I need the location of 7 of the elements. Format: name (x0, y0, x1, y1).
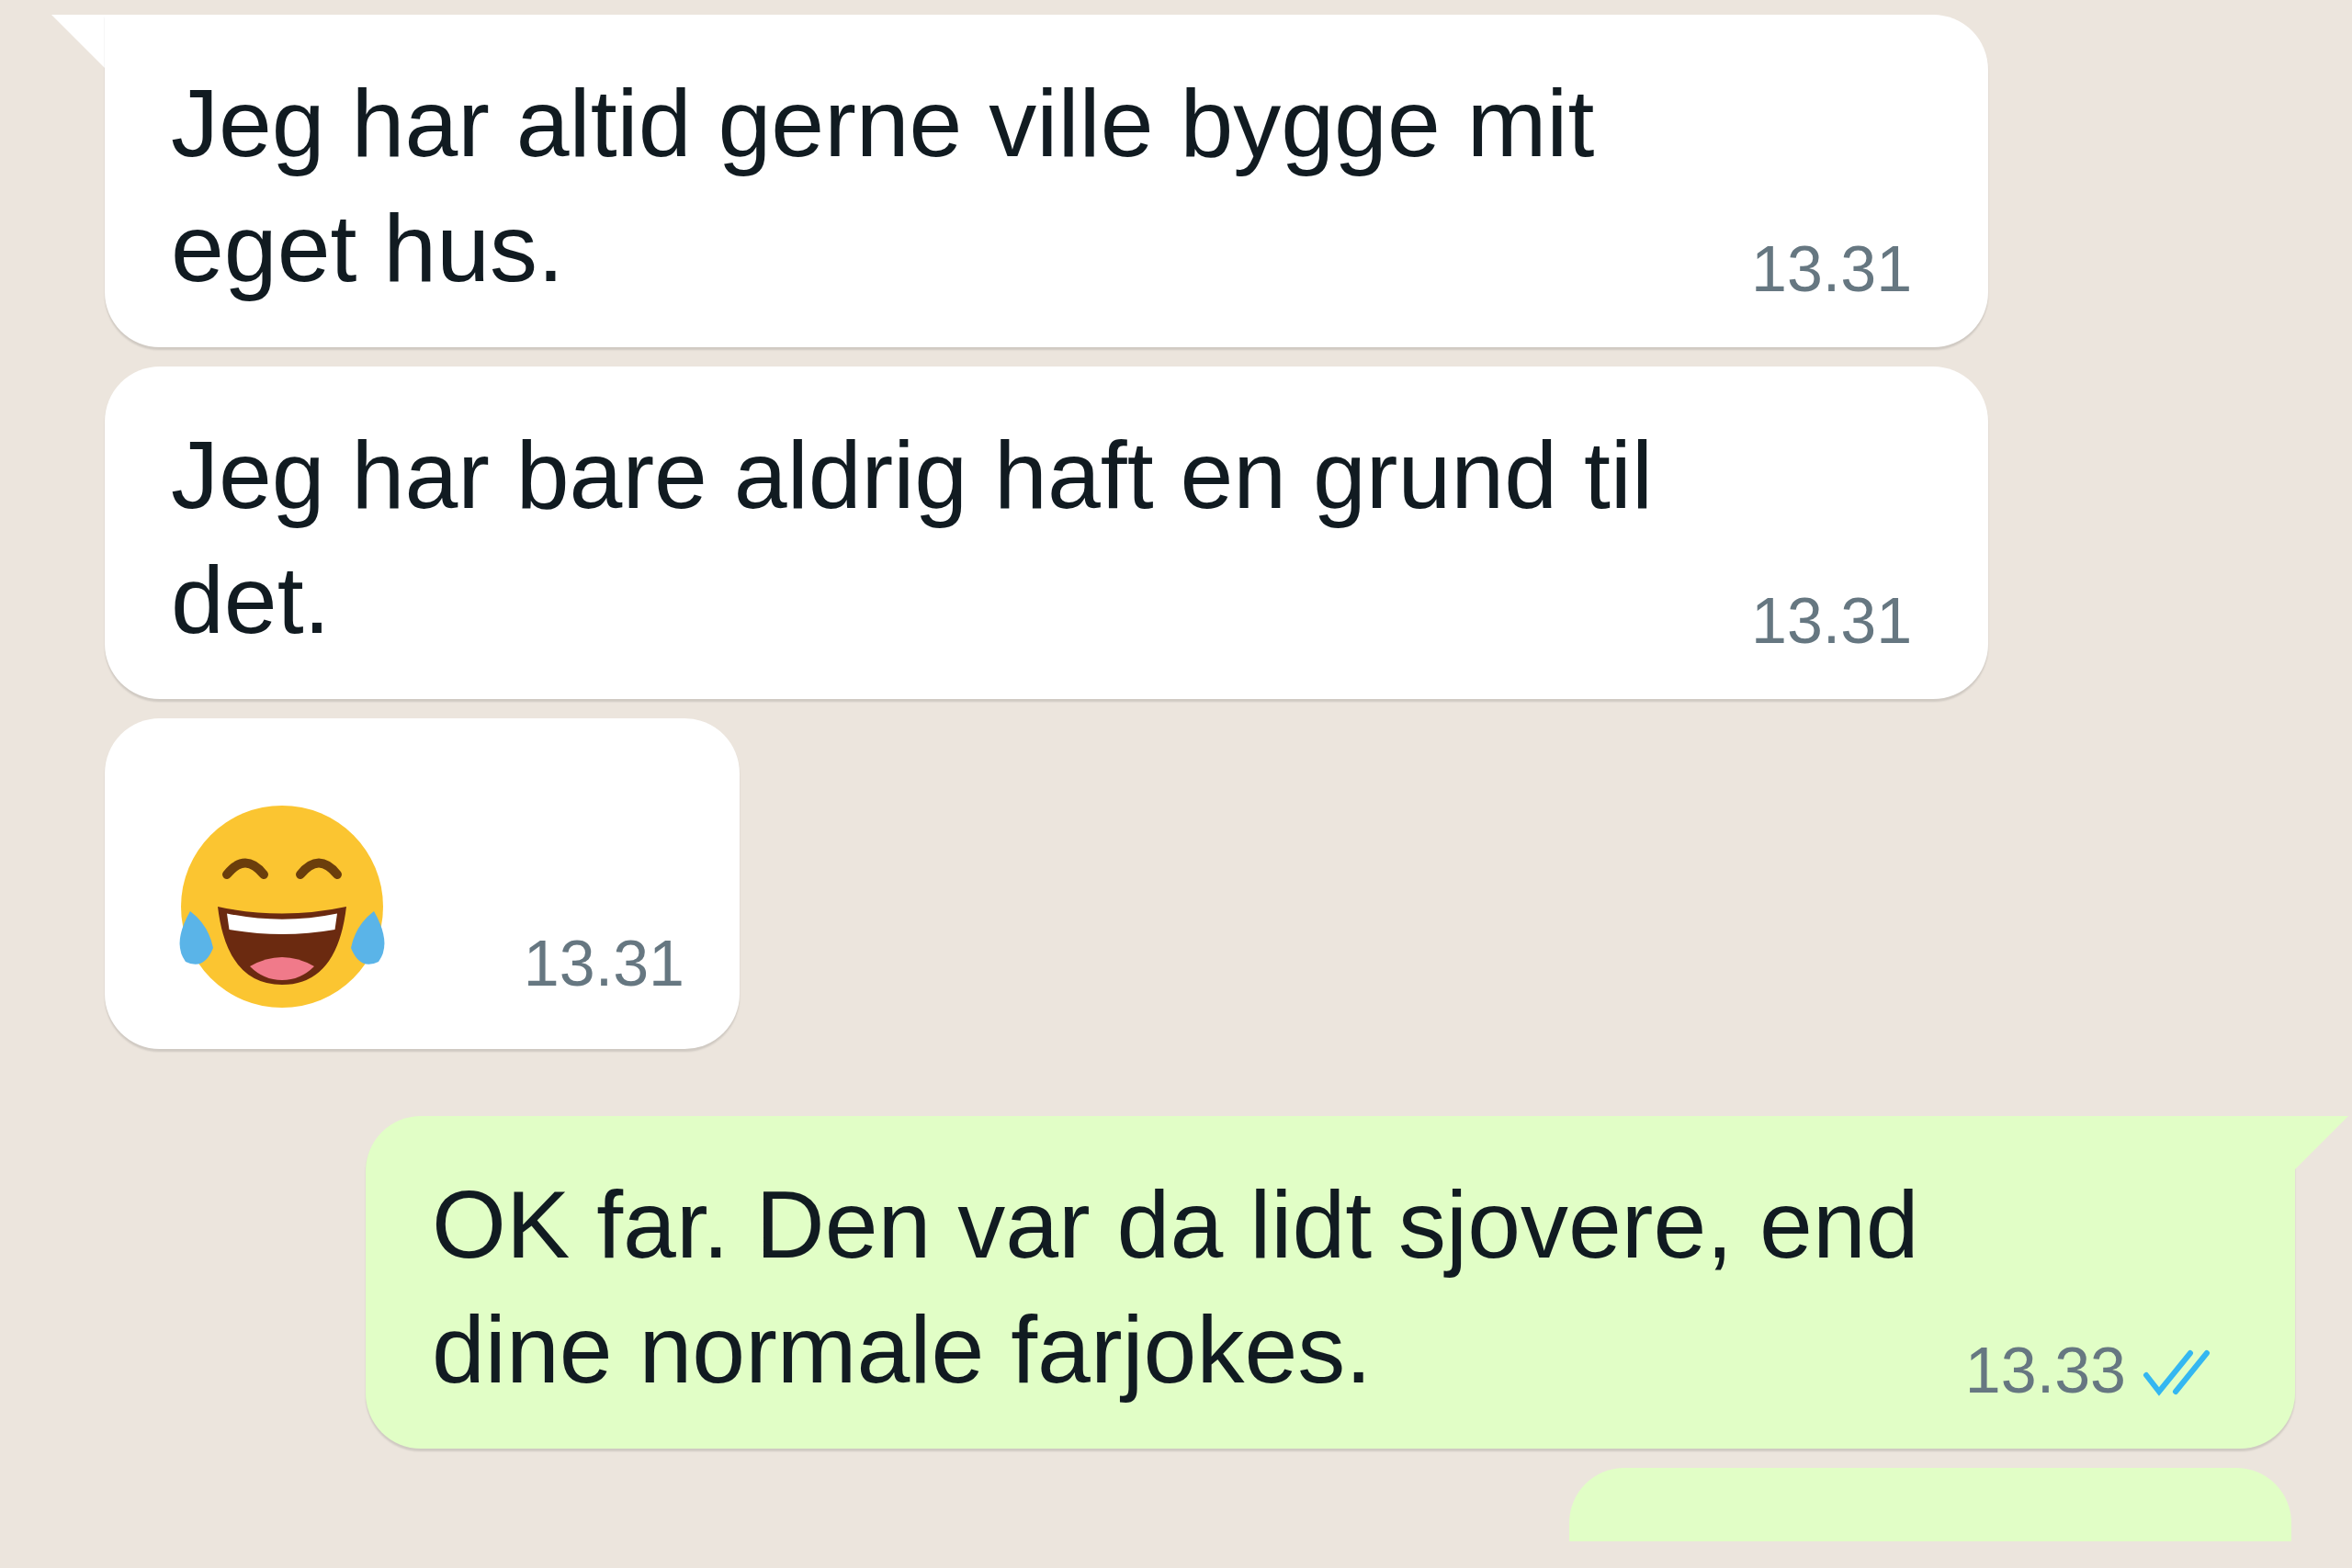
message-text: Jeg har altid gerne ville bygge mit eget hus. (171, 69, 1596, 303)
message-time: 13.33 (1964, 1334, 2126, 1408)
message-time: 13.31 (523, 927, 684, 1001)
message-text: Jeg har bare aldrig haft en grund til det. (171, 421, 1654, 655)
message-time: 13.31 (1751, 584, 1913, 659)
message-time: 13.31 (1751, 232, 1913, 307)
message-text: OK far. Den var da lidt sjovere, end dine normale farjokes. (432, 1170, 1920, 1404)
